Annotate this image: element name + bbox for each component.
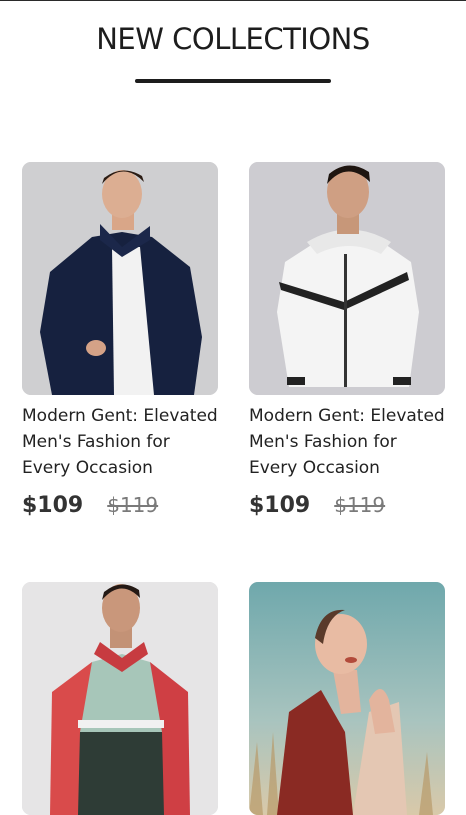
product-card[interactable] [249,582,445,815]
product-name[interactable]: Modern Gent: Elevated Men's Fashion for … [22,403,218,481]
top-border [0,0,466,1]
product-image[interactable] [22,582,218,815]
title-underline [135,79,331,83]
product-old-price: $119 [107,493,159,517]
product-price: $109 [22,493,84,518]
product-card[interactable]: Modern Gent: Elevated Men's Fashion for … [249,162,445,518]
product-old-price: $119 [334,493,386,517]
product-image[interactable] [249,162,445,395]
product-image[interactable] [249,582,445,815]
product-card[interactable]: Modern Gent: Elevated Men's Fashion for … [22,162,218,518]
product-image[interactable] [22,162,218,395]
product-price: $109 [249,493,311,518]
section-title: NEW COLLECTIONS [96,22,370,56]
product-card[interactable] [22,582,218,815]
product-name[interactable]: Modern Gent: Elevated Men's Fashion for … [249,403,445,481]
